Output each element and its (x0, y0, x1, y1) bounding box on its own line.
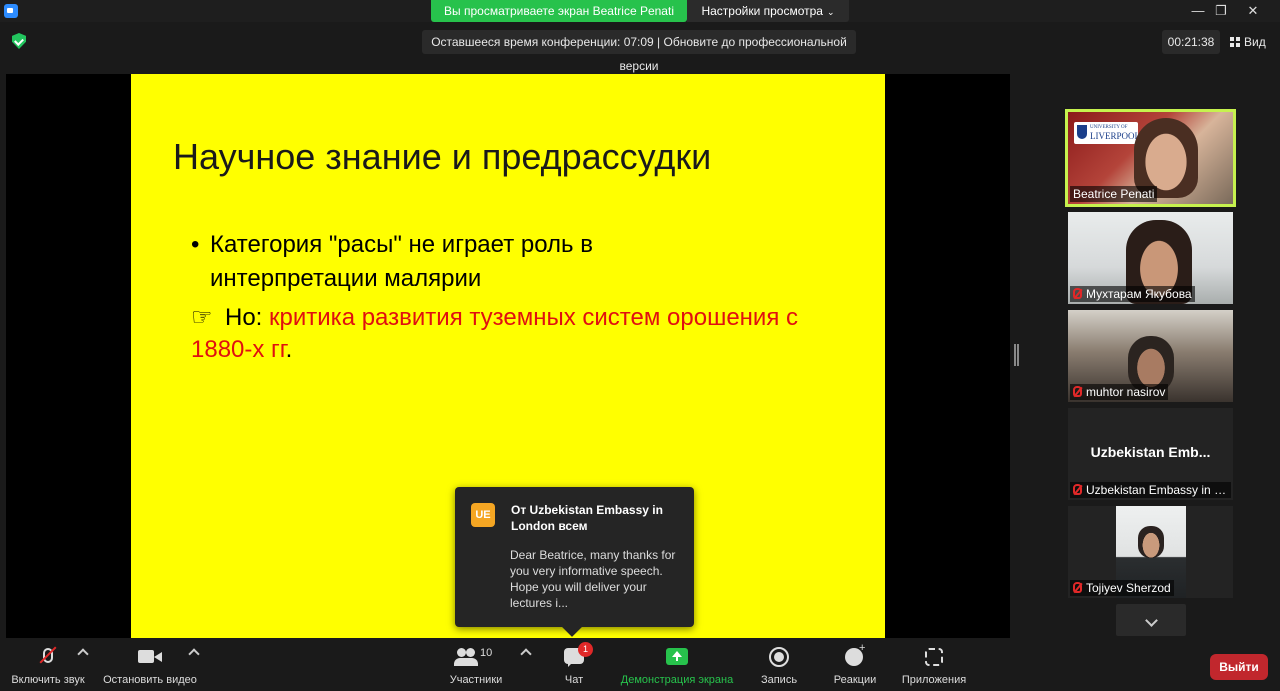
apps-icon (925, 648, 943, 666)
share-screen-button[interactable]: Демонстрация экрана (614, 644, 740, 686)
mic-muted-icon (1073, 484, 1082, 495)
participant-name: Tojiyev Sherzod (1086, 581, 1171, 595)
sender-avatar: UE (471, 503, 495, 527)
video-camera-icon (138, 650, 162, 663)
pointing-hand-icon: ☞ (191, 304, 213, 331)
chat-unread-badge: 1 (578, 642, 593, 657)
unmute-button[interactable]: Включить звук (6, 644, 90, 686)
meeting-timer: 00:21:38 (1162, 30, 1220, 54)
record-icon (769, 647, 789, 667)
meeting-toolbar: Включить звук Остановить видео 10 Участн… (0, 640, 1280, 691)
participant-name: Uzbekistan Embassy in L... (1086, 483, 1231, 497)
participant-tile-beatrice[interactable]: UNIVERSITY OF LIVERPOOL Beatrice Penati (1065, 109, 1236, 207)
university-logo: UNIVERSITY OF LIVERPOOL (1074, 122, 1140, 144)
participant-tile-mukhtaram[interactable]: Мухтарам Якубова (1068, 212, 1233, 304)
security-shield-icon[interactable] (12, 33, 26, 49)
stop-video-label: Остановить видео (103, 674, 197, 686)
share-screen-label: Демонстрация экрана (620, 674, 734, 686)
restore-button[interactable]: ❐ (1208, 2, 1234, 20)
chat-message: Dear Beatrice, many thanks for you very … (510, 548, 676, 610)
slide-title: Научное знание и предрассудки (173, 136, 712, 177)
zoom-app-icon (4, 4, 18, 18)
participant-name-tag: Uzbekistan Embassy in L... (1070, 482, 1231, 498)
participant-tile-embassy[interactable]: Uzbekistan Emb... Uzbekistan Embassy in … (1068, 408, 1233, 500)
participant-name: Beatrice Penati (1070, 186, 1158, 202)
record-button[interactable]: Запись (754, 644, 804, 686)
view-button[interactable]: Вид (1230, 30, 1266, 54)
gallery-scroll-down-button[interactable] (1116, 604, 1186, 636)
participant-name-tag: Tojiyev Sherzod (1070, 580, 1174, 596)
reactions-button[interactable]: Реакции (826, 642, 884, 686)
apps-button[interactable]: Приложения (896, 644, 972, 686)
chat-label: Чат (564, 674, 584, 686)
participant-tile-tojiyev[interactable]: Tojiyev Sherzod (1068, 506, 1233, 598)
chevron-down-icon (1144, 614, 1158, 627)
participant-tile-muhtor[interactable]: muhtor nasirov (1068, 310, 1233, 402)
chat-button[interactable]: 1 Чат (550, 642, 598, 686)
unmute-label: Включить звук (11, 674, 85, 686)
participants-options-caret[interactable] (520, 648, 532, 660)
mic-muted-icon (1073, 582, 1082, 593)
slide-bullet-1: • Категория "расы" не играет роль в инте… (191, 228, 751, 296)
bullet-2-end: . (285, 336, 293, 363)
chat-notification[interactable]: UE От Uzbekistan Embassy in London всем … (455, 487, 694, 627)
mic-muted-icon (1073, 288, 1082, 299)
close-window-button[interactable]: ✕ (1240, 2, 1266, 20)
bullet-dot: • (191, 231, 200, 258)
chat-sender: От Uzbekistan Embassy in London всем (511, 503, 663, 533)
share-screen-icon (666, 648, 688, 665)
view-settings-label: Настройки просмотра (701, 4, 823, 18)
stop-video-button[interactable]: Остановить видео (100, 644, 200, 686)
mic-muted-icon (1073, 386, 1082, 397)
leave-meeting-button[interactable]: Выйти (1210, 654, 1268, 680)
view-label: Вид (1244, 35, 1266, 49)
participant-name: muhtor nasirov (1086, 385, 1166, 399)
participants-count: 10 (480, 647, 493, 659)
participants-label: Участники (449, 674, 503, 686)
bullet-2-prefix: Но: (225, 304, 270, 331)
bullet-1-text: Категория "расы" не играет роль в интерп… (210, 231, 593, 292)
participants-button[interactable]: 10 Участники (444, 644, 508, 686)
share-banner: Вы просматриваете экран Beatrice Penati (431, 0, 687, 22)
view-settings-button[interactable]: Настройки просмотра ⌄ (687, 0, 849, 22)
apps-label: Приложения (901, 674, 967, 686)
participant-name: Мухтарам Якубова (1086, 287, 1192, 301)
panel-splitter-handle[interactable] (1014, 344, 1019, 366)
record-label: Запись (760, 674, 798, 686)
reaction-smile-icon (845, 642, 865, 666)
slide-bullet-2: ☞ Но: критика развития туземных систем ор… (191, 302, 811, 366)
remaining-time-banner[interactable]: Оставшееся время конференции: 07:09 | Об… (422, 30, 856, 73)
bullet-2-highlight: критика развития туземных систем орошени… (191, 304, 798, 363)
title-bar: Вы просматриваете экран Beatrice Penati … (0, 0, 1280, 22)
participant-name-tag: muhtor nasirov (1070, 384, 1169, 400)
participants-icon (454, 648, 478, 666)
reactions-label: Реакции (833, 674, 877, 686)
participant-display-label: Uzbekistan Emb... (1090, 444, 1211, 460)
chevron-down-icon: ⌄ (826, 7, 835, 17)
grid-icon (1230, 37, 1240, 47)
participant-name-tag: Мухтарам Якубова (1070, 286, 1195, 302)
